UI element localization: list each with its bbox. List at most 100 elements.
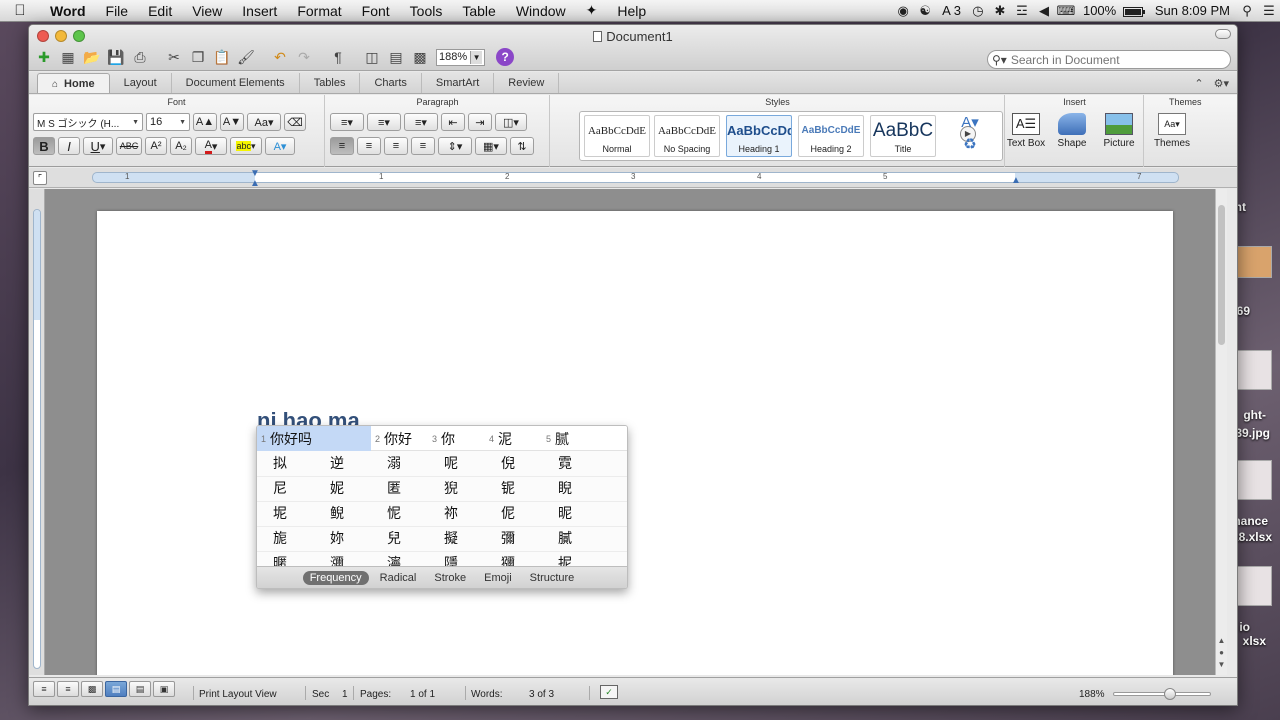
ime-grid-candidate[interactable]: 膩 xyxy=(542,527,599,552)
multilevel-list-icon[interactable]: ≡▾ xyxy=(404,113,438,131)
menu-view[interactable]: View xyxy=(182,3,232,19)
ime-grid-candidate[interactable]: 妮 xyxy=(314,477,371,502)
notebook-view-icon[interactable]: ▤ xyxy=(129,681,151,697)
ime-grid-candidate[interactable]: 伲 xyxy=(485,502,542,527)
menu-font[interactable]: Font xyxy=(352,3,400,19)
tab-layout[interactable]: Layout xyxy=(110,73,172,93)
shrink-font-icon[interactable]: A▼ xyxy=(220,113,244,131)
templates-icon[interactable]: ▦ xyxy=(57,47,79,67)
search-icon[interactable]: ⚲▾ xyxy=(992,53,1007,67)
desktop-file-icon[interactable] xyxy=(1236,566,1272,606)
sort-icon[interactable]: ⇅ xyxy=(510,137,534,155)
ime-grid-candidate[interactable]: 睨 xyxy=(542,477,599,502)
record-icon[interactable]: ◉ xyxy=(892,3,914,19)
draft-view-icon[interactable]: ≡ xyxy=(33,681,55,697)
search-box[interactable]: ⚲▾ xyxy=(987,50,1231,69)
bold-icon[interactable]: B xyxy=(33,137,55,155)
new-document-icon[interactable]: ✚ xyxy=(33,47,55,67)
subscript-icon[interactable]: A₂ xyxy=(170,137,192,155)
numbering-icon[interactable]: ≡▾ xyxy=(367,113,401,131)
style-title[interactable]: AaBbC Title xyxy=(870,115,936,157)
tab-review[interactable]: Review xyxy=(494,73,560,93)
open-icon[interactable]: 📂 xyxy=(81,47,103,67)
ime-grid-candidate[interactable]: 拟 xyxy=(257,452,314,477)
battery-status[interactable]: 100% xyxy=(1077,3,1149,18)
ribbon-settings-gear-icon[interactable]: ⚙▾ xyxy=(1214,77,1229,90)
ime-grid-candidate[interactable]: 溺 xyxy=(371,452,428,477)
tab-charts[interactable]: Charts xyxy=(360,73,422,93)
ime-grid-candidate[interactable]: 铌 xyxy=(485,477,542,502)
help-icon[interactable]: ? xyxy=(496,48,515,66)
tab-document-elements[interactable]: Document Elements xyxy=(172,73,300,93)
ime-grid-candidate[interactable]: 倪 xyxy=(485,452,542,477)
align-left-icon[interactable]: ≡ xyxy=(330,137,354,155)
align-right-icon[interactable]: ≡ xyxy=(384,137,408,155)
desktop-file-icon[interactable] xyxy=(1236,246,1272,278)
menubar-clock[interactable]: Sun 8:09 PM xyxy=(1149,3,1236,18)
desktop-label[interactable]: ght- xyxy=(1243,408,1266,422)
justify-icon[interactable]: ≡ xyxy=(411,137,435,155)
print-icon[interactable]: ⎙ xyxy=(129,47,151,67)
italic-icon[interactable]: I xyxy=(58,137,80,155)
focus-view-icon[interactable]: ▣ xyxy=(153,681,175,697)
format-painter-icon[interactable]: 🖌 xyxy=(235,47,257,67)
ime-grid-candidate[interactable]: 坭 xyxy=(257,502,314,527)
input-method-indicator[interactable]: A 3 xyxy=(936,3,967,18)
align-center-icon[interactable]: ≡ xyxy=(357,137,381,155)
ime-grid-candidate[interactable]: 昵 xyxy=(542,502,599,527)
desktop-label[interactable]: 39.jpg xyxy=(1235,426,1270,440)
keyboard-viewer-icon[interactable]: ⌨ xyxy=(1055,3,1077,19)
underline-icon[interactable]: U ▾ xyxy=(83,137,113,155)
copy-icon[interactable]: ❐ xyxy=(187,47,209,67)
themes-button[interactable]: Aa▾ Themes xyxy=(1149,111,1195,165)
save-icon[interactable]: 💾 xyxy=(105,47,127,67)
ime-grid-candidate[interactable]: 匿 xyxy=(371,477,428,502)
style-heading-1[interactable]: AaBbCcDd Heading 1 xyxy=(726,115,792,157)
manage-styles-icon[interactable]: A▾ ♻ xyxy=(955,111,985,165)
cut-icon[interactable]: ✂ xyxy=(163,47,185,67)
bluetooth-icon[interactable]: ✱ xyxy=(989,3,1011,19)
apple-menu-icon[interactable]:  xyxy=(0,2,40,19)
time-machine-icon[interactable]: ◷ xyxy=(967,3,989,19)
desktop-label[interactable]: io xyxy=(1239,620,1250,634)
text-box-button[interactable]: A☰ Text Box xyxy=(1003,111,1049,165)
print-layout-view-icon[interactable]: ▤ xyxy=(105,681,127,697)
desktop-file-icon[interactable] xyxy=(1236,460,1272,500)
zoom-field[interactable]: 188% ▼ xyxy=(436,48,486,66)
words-value[interactable]: 3 of 3 xyxy=(529,689,554,700)
font-color-icon[interactable]: A ▾ xyxy=(195,137,227,155)
clear-formatting-icon[interactable]: ⌫ xyxy=(284,113,306,131)
ime-grid-candidate[interactable]: 呢 xyxy=(428,452,485,477)
font-name-select[interactable]: M S ゴシック (H... ▼ xyxy=(33,113,143,131)
vertical-ruler[interactable] xyxy=(29,189,45,675)
browse-object-icon[interactable]: ● xyxy=(1216,647,1227,659)
highlight-icon[interactable]: abc ▾ xyxy=(230,137,262,155)
scrollbar-thumb[interactable] xyxy=(1218,205,1225,345)
vertical-scrollbar[interactable]: ▲ ● ▼ xyxy=(1215,189,1227,675)
menu-tools[interactable]: Tools xyxy=(400,3,453,19)
paste-icon[interactable]: 📋 xyxy=(211,47,233,67)
columns-icon[interactable]: ◫▾ xyxy=(495,113,527,131)
zoom-slider-knob[interactable] xyxy=(1164,688,1176,700)
outline-view-icon[interactable]: ≡ xyxy=(57,681,79,697)
menu-file[interactable]: File xyxy=(96,3,139,19)
font-size-select[interactable]: 16 ▼ xyxy=(146,113,190,131)
ime-grid-candidate[interactable]: 怩 xyxy=(371,502,428,527)
grow-font-icon[interactable]: A▲ xyxy=(193,113,217,131)
bullets-icon[interactable]: ≡▾ xyxy=(330,113,364,131)
desktop-label[interactable]: nance xyxy=(1233,514,1268,528)
style-no-spacing[interactable]: AaBbCcDdE No Spacing xyxy=(654,115,720,157)
desktop-label[interactable]: 69 xyxy=(1237,304,1250,318)
previous-page-icon[interactable]: ▲ xyxy=(1216,635,1227,647)
shape-button[interactable]: Shape xyxy=(1049,111,1095,165)
text-effects-icon[interactable]: A▾ xyxy=(265,137,295,155)
ime-candidate-4[interactable]: 4泥 xyxy=(485,426,542,451)
change-case-icon[interactable]: Aa▾ xyxy=(247,113,281,131)
menu-window[interactable]: Window xyxy=(506,3,576,19)
menu-edit[interactable]: Edit xyxy=(138,3,182,19)
undo-icon[interactable]: ↶ xyxy=(269,47,291,67)
ime-grid-candidate[interactable]: 兒 xyxy=(371,527,428,552)
wifi-icon[interactable]: ☲ xyxy=(1011,3,1033,19)
ime-grid-candidate[interactable]: 逆 xyxy=(314,452,371,477)
superscript-icon[interactable]: A² xyxy=(145,137,167,155)
